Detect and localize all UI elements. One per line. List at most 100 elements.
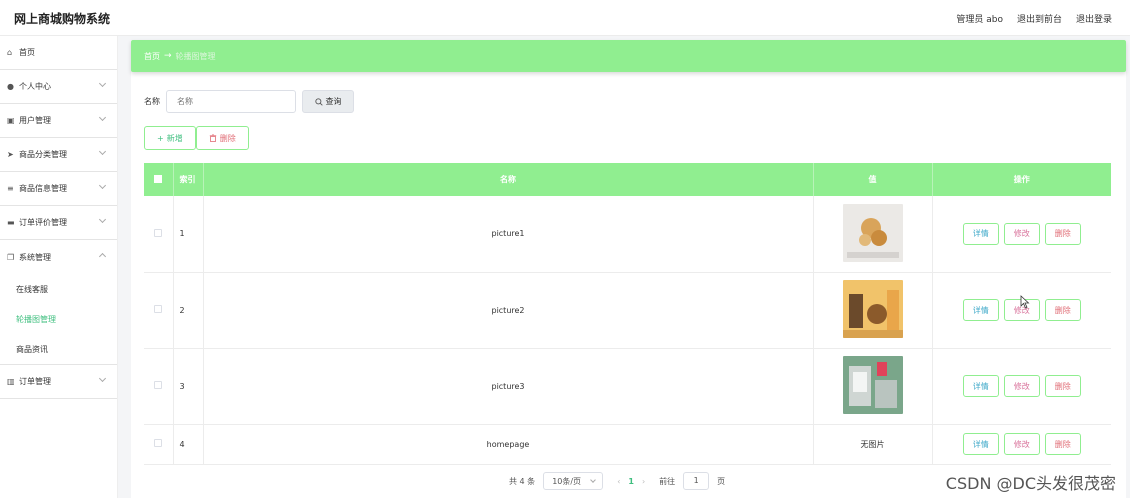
row-name: picture1 <box>203 196 814 273</box>
chevron-up-icon <box>98 252 107 261</box>
header-value: 值 <box>813 163 933 196</box>
monitor-icon: ▬ <box>7 218 15 227</box>
system-submenu: 在线客服 轮播图管理 商品资讯 <box>0 274 117 365</box>
row-index: 1 <box>173 196 204 273</box>
search-input[interactable] <box>166 90 296 113</box>
select-all-checkbox[interactable] <box>154 174 163 183</box>
sidebar-item-label: 系统管理 <box>19 252 51 262</box>
next-page-button[interactable]: › <box>642 477 645 486</box>
goto-label: 前往 <box>659 476 676 486</box>
sidebar-item-label: 个人中心 <box>19 82 51 91</box>
carousel-thumbnail-3[interactable] <box>842 356 903 414</box>
top-right-links: 管理员 abo 退出到前台 退出登录 <box>956 12 1112 25</box>
search-label: 名称 <box>144 97 160 106</box>
table-row: 1 picture1 详情 修改 删除 <box>144 196 1111 273</box>
users-icon: ▣ <box>7 116 15 125</box>
search-button[interactable]: 查询 <box>302 90 354 113</box>
chevron-down-icon <box>98 181 107 190</box>
detail-button[interactable]: 详情 <box>962 375 999 397</box>
sidebar-item-user-management[interactable]: ▣ 用户管理 <box>0 104 117 138</box>
home-icon: ⌂ <box>7 48 13 57</box>
row-name: picture3 <box>203 348 814 425</box>
header-index: 索引 <box>173 163 204 196</box>
sidebar-item-order-management[interactable]: ▥ 订单管理 <box>0 365 117 399</box>
table-header-row: 索引 名称 值 操作 <box>144 163 1111 196</box>
page-size-select[interactable]: 10条/页 <box>543 472 604 490</box>
row-value: 无图片 <box>813 424 933 465</box>
mouse-cursor-icon <box>1020 295 1030 309</box>
sidebar: ⌂ 首页 ● 个人中心 ▣ 用户管理 ➤ 商品分类管理 ≡ 商品信息管理 ▬ 订… <box>0 36 118 498</box>
sidebar-item-label: 商品分类管理 <box>19 150 67 159</box>
row-select-cell <box>144 196 174 273</box>
search-bar: 名称 查询 <box>144 90 354 113</box>
row-checkbox[interactable] <box>154 439 163 447</box>
sidebar-item-product-management[interactable]: ≡ 商品信息管理 <box>0 172 117 206</box>
prev-page-button[interactable]: ‹ <box>617 477 620 486</box>
batch-delete-button[interactable]: 删除 <box>195 126 249 150</box>
submenu-carousel-management[interactable]: 轮播图管理 <box>0 304 117 334</box>
sidebar-item-review-management[interactable]: ▬ 订单评价管理 <box>0 206 117 240</box>
breadcrumb-current: 轮播图管理 <box>175 51 216 61</box>
sidebar-item-label: 首页 <box>19 48 35 57</box>
page-size-value: 10条/页 <box>552 476 582 486</box>
sidebar-item-label: 商品信息管理 <box>19 184 67 193</box>
trash-icon <box>209 134 216 142</box>
row-checkbox[interactable] <box>154 381 163 389</box>
app-title: 网上商城购物系统 <box>14 12 111 26</box>
list-icon: ≡ <box>7 184 14 193</box>
row-index: 3 <box>173 348 204 425</box>
row-index: 2 <box>173 272 204 349</box>
add-button[interactable]: + 新增 <box>144 126 196 150</box>
select-all-cell[interactable] <box>144 163 174 196</box>
search-button-label: 查询 <box>325 97 342 106</box>
edit-button[interactable]: 修改 <box>1003 375 1040 397</box>
watermark: CSDN @DC头发很茂密 <box>945 474 1116 493</box>
header-ops: 操作 <box>932 163 1111 196</box>
admin-user[interactable]: 管理员 abo <box>956 12 1003 25</box>
send-icon: ➤ <box>7 150 14 159</box>
delete-button[interactable]: 删除 <box>1044 222 1081 245</box>
row-name: homepage <box>203 424 814 465</box>
page-unit-label: 页 <box>717 476 726 486</box>
edit-button[interactable]: 修改 <box>1003 433 1040 455</box>
submenu-product-news[interactable]: 商品资讯 <box>0 334 117 364</box>
detail-button[interactable]: 详情 <box>962 299 999 321</box>
sidebar-item-home[interactable]: ⌂ 首页 <box>0 36 117 70</box>
search-icon <box>314 97 323 106</box>
carousel-thumbnail-1[interactable] <box>842 203 903 262</box>
chevron-down-icon <box>98 147 107 156</box>
header-name: 名称 <box>203 163 814 196</box>
delete-button[interactable]: 删除 <box>1044 299 1081 321</box>
row-checkbox[interactable] <box>154 228 163 237</box>
delete-button-label: 删除 <box>219 133 236 143</box>
row-ops: 详情 修改 删除 <box>932 272 1111 349</box>
delete-button[interactable]: 删除 <box>1044 375 1081 397</box>
sidebar-item-personal-center[interactable]: ● 个人中心 <box>0 70 117 104</box>
carousel-thumbnail-2[interactable] <box>842 280 903 338</box>
submenu-online-service[interactable]: 在线客服 <box>0 274 117 304</box>
row-select-cell <box>144 348 174 425</box>
detail-button[interactable]: 详情 <box>962 433 999 455</box>
chevron-down-icon <box>98 113 107 122</box>
arrow-right-icon: → <box>164 51 172 61</box>
breadcrumb: 首页 → 轮播图管理 <box>131 40 1126 72</box>
sidebar-item-label: 订单管理 <box>19 377 51 386</box>
row-value-cell <box>813 348 933 425</box>
page-number-current[interactable]: 1 <box>628 477 634 486</box>
row-name: picture2 <box>203 272 814 349</box>
user-icon: ● <box>7 82 14 91</box>
action-bar: + 新增 删除 <box>144 126 249 150</box>
detail-button[interactable]: 详情 <box>962 222 999 245</box>
breadcrumb-home[interactable]: 首页 <box>144 51 160 62</box>
row-ops: 详情 修改 删除 <box>932 196 1111 273</box>
sidebar-item-system-management[interactable]: ❐ 系统管理 <box>0 240 117 274</box>
delete-button[interactable]: 删除 <box>1044 433 1081 455</box>
exit-to-front-link[interactable]: 退出到前台 <box>1017 12 1062 25</box>
edit-button[interactable]: 修改 <box>1003 222 1040 245</box>
row-ops: 详情 修改 删除 <box>932 424 1111 465</box>
row-checkbox[interactable] <box>154 305 163 313</box>
sidebar-item-category-management[interactable]: ➤ 商品分类管理 <box>0 138 117 172</box>
goto-page-input[interactable]: 1 <box>683 472 710 490</box>
table-row: 2 picture2 详情 修改 删除 <box>144 272 1111 349</box>
logout-link[interactable]: 退出登录 <box>1076 12 1112 25</box>
